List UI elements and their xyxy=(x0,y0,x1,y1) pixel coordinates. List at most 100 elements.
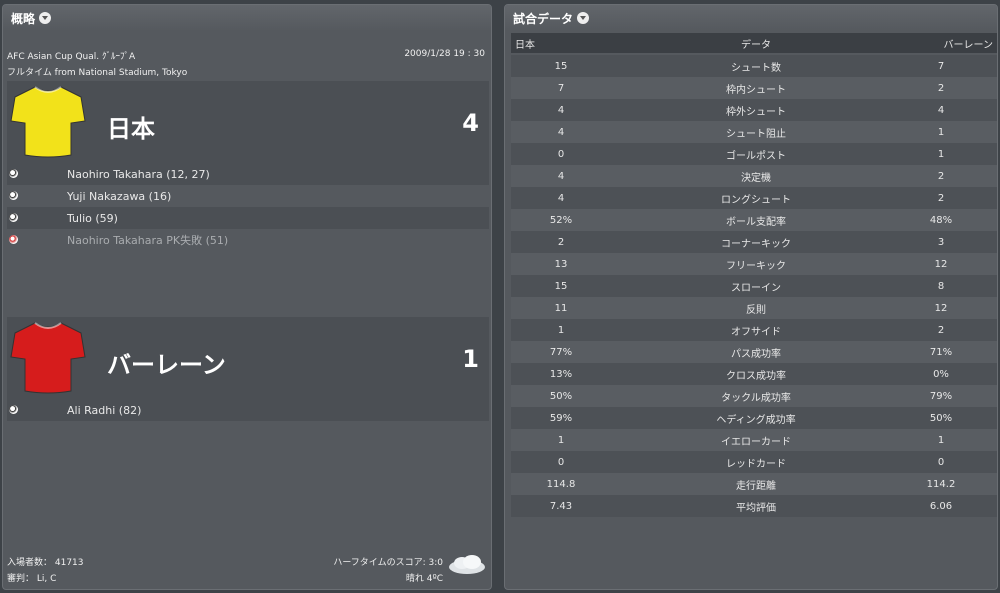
stat-label-value: コーナーキック xyxy=(721,238,791,250)
stat-away-value: 12 xyxy=(934,302,948,314)
stats-row: 4 シュート阻止 1 xyxy=(511,121,997,143)
stat-label-value: ボール支配率 xyxy=(726,216,786,228)
stat-away-value: 2 xyxy=(937,192,945,204)
chevron-down-icon[interactable] xyxy=(577,12,590,24)
home-score: 4 xyxy=(462,109,479,137)
stats-row: 13% クロス成功率 0% xyxy=(511,363,997,385)
stat-home-value: 4 xyxy=(557,170,565,182)
attendance-label: 入場者数： 41713 xyxy=(7,558,84,568)
summary-title: 概略 xyxy=(11,11,36,26)
stats-row: 52% ボール支配率 48% xyxy=(511,209,997,231)
stat-label-value: 決定機 xyxy=(741,172,771,184)
stats-row: 1 イエローカード 1 xyxy=(511,429,997,451)
stat-home-value: 0 xyxy=(557,456,565,468)
stats-row: 114.8 走行距離 114.2 xyxy=(511,473,997,495)
stat-home-value: 7 xyxy=(557,82,565,94)
stat-home-value: 15 xyxy=(554,280,568,292)
stat-label-value: シュート阻止 xyxy=(726,128,786,140)
stat-away-value: 0 xyxy=(937,456,945,468)
stat-home-value: 1 xyxy=(557,434,565,446)
stat-home-value: 77% xyxy=(549,346,573,358)
stats-row: 7.43 平均評価 6.06 xyxy=(511,495,997,517)
chevron-down-icon[interactable] xyxy=(39,12,52,24)
away-team-block: バーレーン 1 xyxy=(7,317,489,399)
label-column-header: データ xyxy=(741,39,771,51)
stats-row: 4 枠外シュート 4 xyxy=(511,99,997,121)
stats-row: 15 シュート数 7 xyxy=(511,55,997,77)
stat-home-value: 59% xyxy=(549,412,573,424)
stat-home-value: 11 xyxy=(554,302,568,314)
home-team-name: 日本 xyxy=(107,115,155,143)
ball-icon xyxy=(9,191,18,200)
stat-label-value: 平均評価 xyxy=(736,502,776,514)
stats-row: 15 スローイン 8 xyxy=(511,275,997,297)
stat-away-value: 7 xyxy=(937,60,945,72)
stats-panel: 試合データ 日本 データ バーレーン 15 シュート数 7 7 枠内シュート 2 4 枠外シュ… xyxy=(504,4,998,590)
stat-away-value: 2 xyxy=(937,82,945,94)
stat-home-value: 15 xyxy=(554,60,568,72)
competition-label: AFC Asian Cup Qual. ｸﾞﾙｰﾌﾟA xyxy=(7,52,136,62)
stats-row: 4 ロングシュート 2 xyxy=(511,187,997,209)
referee-label: 審判： Li, C xyxy=(7,574,57,584)
stat-away-value: 12 xyxy=(934,258,948,270)
stat-label-value: 走行距離 xyxy=(736,480,776,492)
stat-home-value: 2 xyxy=(557,236,565,248)
venue-label: フルタイム from National Stadium, Tokyo xyxy=(7,68,188,78)
stat-label-value: パス成功率 xyxy=(731,348,781,360)
stat-away-value: 71% xyxy=(929,346,953,358)
stat-label-value: 枠内シュート xyxy=(726,84,786,96)
missed-ball-icon xyxy=(9,235,18,244)
stat-away-value: 114.2 xyxy=(926,478,956,490)
stat-label-value: クロス成功率 xyxy=(726,370,786,382)
cloud-icon xyxy=(449,555,485,574)
stats-column-header: 日本 データ バーレーン xyxy=(511,33,997,53)
stat-label-value: フリーキック xyxy=(726,260,786,272)
stat-home-value: 4 xyxy=(557,104,565,116)
stats-row: 59% ヘディング成功率 50% xyxy=(511,407,997,429)
stats-row: 4 決定機 2 xyxy=(511,165,997,187)
away-column-header: バーレーン xyxy=(943,39,994,51)
stats-row: 2 コーナーキック 3 xyxy=(511,231,997,253)
goal-row: Ali Radhi (82) xyxy=(7,399,489,421)
stats-row: 0 ゴールポスト 1 xyxy=(511,143,997,165)
home-shirt-icon xyxy=(10,86,86,158)
stat-home-value: 0 xyxy=(557,148,565,160)
stat-away-value: 48% xyxy=(929,214,953,226)
ball-icon xyxy=(9,169,18,178)
stat-label-value: ゴールポスト xyxy=(726,150,786,162)
stat-away-value: 3 xyxy=(937,236,945,248)
goal-row: Tulio (59) xyxy=(7,207,489,229)
stat-away-value: 1 xyxy=(937,434,945,446)
home-column-header: 日本 xyxy=(515,39,535,51)
stat-home-value: 4 xyxy=(557,192,565,204)
ball-icon xyxy=(9,213,18,222)
stat-label-value: スローイン xyxy=(731,282,781,294)
away-shirt-icon xyxy=(10,322,86,394)
stats-row: 1 オフサイド 2 xyxy=(511,319,997,341)
stats-row: 77% パス成功率 71% xyxy=(511,341,997,363)
stat-label-value: タックル成功率 xyxy=(721,392,791,404)
stat-label-value: イエローカード xyxy=(721,436,791,448)
home-team-block: 日本 4 xyxy=(7,81,489,163)
stat-label-value: 枠外シュート xyxy=(726,106,786,118)
away-score: 1 xyxy=(462,345,479,373)
stats-row: 11 反則 12 xyxy=(511,297,997,319)
stat-home-value: 114.8 xyxy=(546,478,576,490)
away-team-name: バーレーン xyxy=(107,351,226,379)
stat-away-value: 6.06 xyxy=(929,500,953,512)
goal-row: Yuji Nakazawa (16) xyxy=(7,185,489,207)
summary-header[interactable]: 概略 xyxy=(3,5,491,31)
stats-row: 0 レッドカード 0 xyxy=(511,451,997,473)
stats-row: 50% タックル成功率 79% xyxy=(511,385,997,407)
match-datetime: 2009/1/28 19 : 30 xyxy=(404,49,485,59)
stats-row: 13 フリーキック 12 xyxy=(511,253,997,275)
stat-home-value: 13 xyxy=(554,258,568,270)
stat-label-value: オフサイド xyxy=(731,326,781,338)
stat-home-value: 1 xyxy=(557,324,565,336)
stats-header[interactable]: 試合データ xyxy=(505,5,997,31)
stat-label-value: ヘディング成功率 xyxy=(716,414,796,426)
stat-away-value: 2 xyxy=(937,324,945,336)
stat-away-value: 1 xyxy=(937,148,945,160)
halftime-score-label: ハーフタイムのスコア: 3:0 xyxy=(333,558,443,568)
stat-away-value: 79% xyxy=(929,390,953,402)
